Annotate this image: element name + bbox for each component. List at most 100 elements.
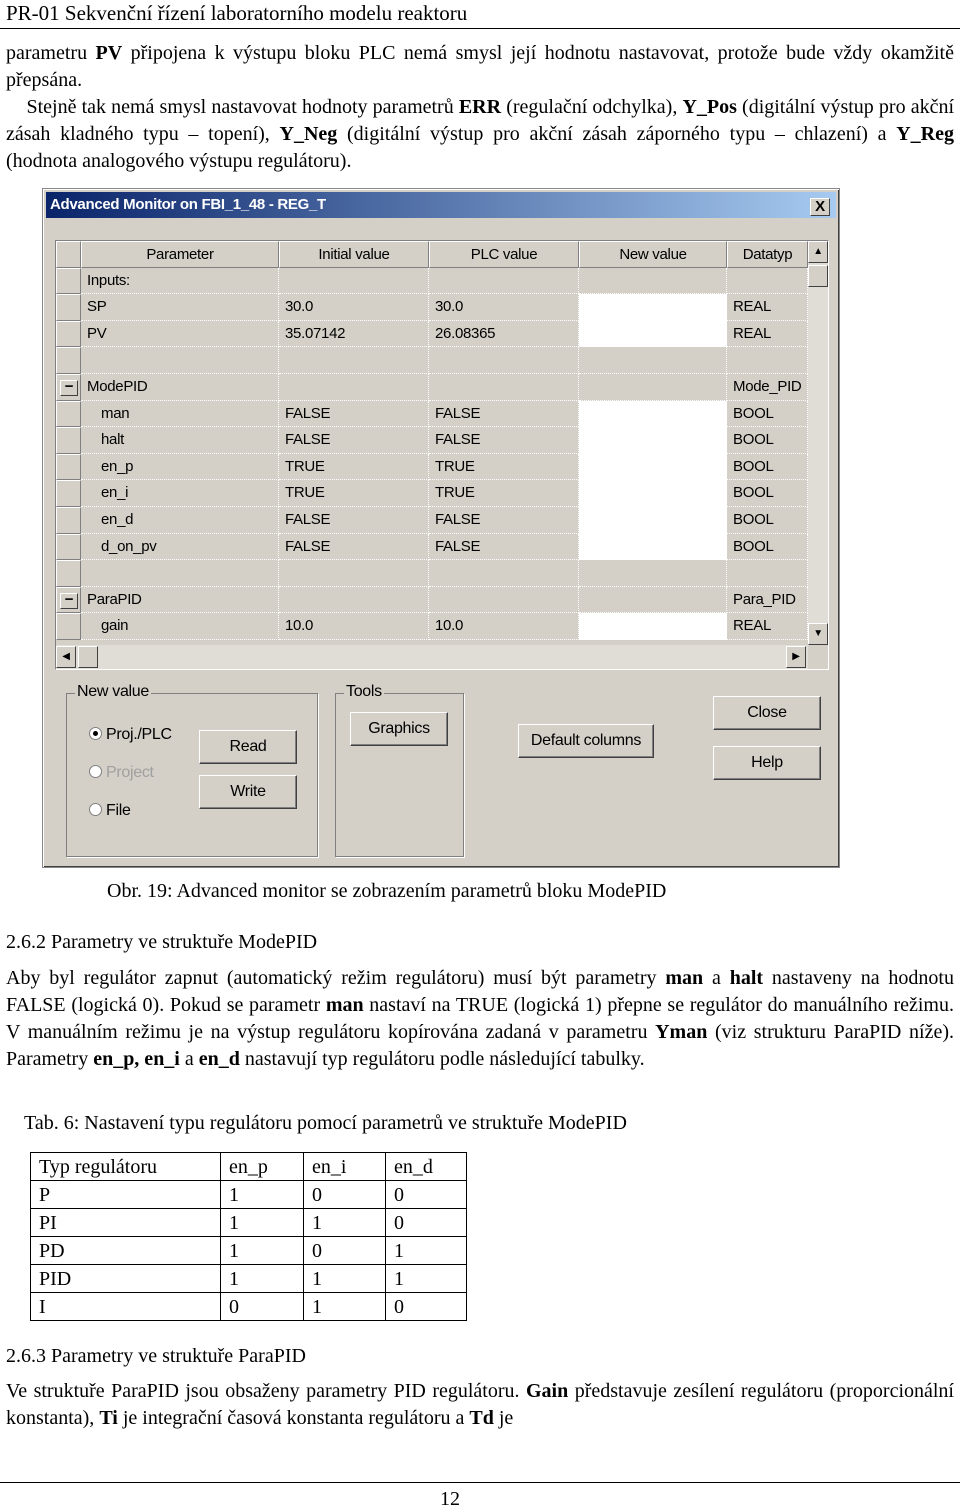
text-run: a [179, 1048, 199, 1070]
help-button[interactable]: Help [713, 746, 821, 780]
new-value-input[interactable] [579, 480, 727, 507]
grid-row[interactable]: en_d FALSE FALSE BOOL [56, 507, 808, 534]
write-button[interactable]: Write [199, 775, 297, 809]
read-button[interactable]: Read [199, 730, 297, 764]
column-header[interactable]: Initial value [279, 241, 429, 268]
row-header[interactable] [56, 294, 81, 321]
radio-proj-plc[interactable]: Proj./PLC [89, 726, 172, 744]
hscroll-thumb[interactable] [78, 646, 98, 668]
table-caption: Tab. 6: Nastavení typu regulátoru pomocí… [24, 1112, 627, 1134]
table-cell: 0 [303, 1180, 386, 1209]
row-header[interactable] [56, 427, 81, 454]
horizontal-scrollbar[interactable]: ◀ ▶ [56, 645, 808, 669]
row-header[interactable] [56, 347, 81, 374]
collapse-minus-icon[interactable]: − [60, 379, 78, 396]
plc-value-cell [429, 560, 579, 587]
initial-value-cell: TRUE [279, 480, 429, 507]
row-header[interactable] [56, 560, 81, 587]
graphics-button[interactable]: Graphics [350, 712, 448, 746]
scroll-left-icon[interactable]: ◀ [56, 646, 76, 668]
radio-icon [89, 765, 102, 778]
close-icon[interactable]: X [810, 198, 830, 216]
scroll-down-icon[interactable]: ▼ [808, 623, 828, 645]
row-header[interactable] [56, 267, 81, 295]
collapse-minus-icon[interactable]: − [60, 592, 78, 609]
table-cell: 0 [303, 1236, 386, 1265]
radio-file[interactable]: File [89, 802, 131, 820]
text-run: (digitální výstup pro akční zásah záporn… [337, 123, 897, 145]
text-run: je integrační časová konstanta regulátor… [117, 1407, 470, 1429]
grid-row[interactable]: man FALSE FALSE BOOL [56, 400, 808, 428]
initial-value-cell [279, 374, 429, 401]
param-name-cell: d_on_pv [81, 533, 279, 561]
vertical-scrollbar[interactable]: ▲ ▼ [808, 241, 828, 645]
radio-icon [89, 803, 102, 816]
scroll-up-icon[interactable]: ▲ [808, 241, 828, 263]
grid-row[interactable]: d_on_pv FALSE FALSE BOOL [56, 533, 808, 561]
new-value-input[interactable] [579, 453, 727, 481]
datatype-cell: BOOL [727, 507, 808, 534]
row-header[interactable] [56, 613, 81, 640]
param-name-cell: gain [81, 613, 279, 640]
plc-value-cell: FALSE [429, 533, 579, 561]
grid-row[interactable]: gain 10.0 10.0 REAL [56, 613, 808, 640]
grid-row[interactable] [56, 560, 808, 587]
row-header[interactable] [56, 320, 81, 348]
table-row: PI 1 1 0 [30, 1208, 467, 1237]
text-run: je [493, 1407, 514, 1429]
plc-value-cell [429, 586, 579, 614]
bold-term: en_p, en_i [93, 1048, 180, 1070]
grid-row[interactable]: halt FALSE FALSE BOOL [56, 427, 808, 454]
grid-row[interactable]: − ParaPID Para_PID [56, 586, 808, 614]
table-row: I010 [30, 1292, 467, 1321]
new-value-input[interactable] [579, 294, 727, 321]
new-value-input[interactable] [579, 347, 727, 374]
radio-project[interactable]: Project [89, 764, 154, 782]
text-run: a [703, 967, 730, 989]
new-value-input[interactable] [579, 507, 727, 534]
row-header[interactable] [56, 507, 81, 534]
initial-value-cell: TRUE [279, 453, 429, 481]
row-header[interactable] [56, 480, 81, 507]
row-header[interactable] [56, 533, 81, 561]
plc-value-cell: 26.08365 [429, 320, 579, 348]
column-header[interactable]: Parameter [81, 241, 279, 268]
close-button[interactable]: Close [713, 696, 821, 730]
grid-row[interactable]: en_i TRUE TRUE BOOL [56, 480, 808, 507]
column-header[interactable]: PLC value [429, 241, 579, 268]
new-value-input[interactable] [579, 400, 727, 428]
param-name-cell: en_d [81, 507, 279, 534]
param-name-cell: SP [81, 294, 279, 321]
new-value-input[interactable] [579, 586, 727, 614]
row-header[interactable] [56, 400, 81, 428]
new-value-input[interactable] [579, 320, 727, 348]
scroll-thumb[interactable] [808, 265, 828, 287]
bold-term: man [665, 967, 704, 989]
bold-term: halt [729, 967, 764, 989]
advanced-monitor-dialog: Advanced Monitor on FBI_1_48 - REG_T X P… [42, 188, 840, 868]
new-value-input[interactable] [579, 374, 727, 401]
default-columns-button[interactable]: Default columns [518, 724, 654, 758]
initial-value-cell [279, 560, 429, 587]
new-value-input[interactable] [579, 427, 727, 454]
scroll-right-icon[interactable]: ▶ [786, 646, 806, 668]
datatype-cell: Mode_PID [727, 374, 808, 401]
new-value-input[interactable] [579, 560, 727, 587]
column-header[interactable]: Datatyp [727, 241, 808, 268]
grid-row[interactable]: PV 35.07142 26.08365 REAL [56, 320, 808, 348]
grid-row[interactable]: SP 30.0 30.0 REAL [56, 294, 808, 321]
grid-row[interactable]: − ModePID Mode_PID [56, 374, 808, 401]
grid-row[interactable] [56, 347, 808, 374]
column-header[interactable]: New value [579, 241, 727, 268]
grid-row[interactable]: en_p TRUE TRUE BOOL [56, 453, 808, 481]
running-header: PR-01 Sekvenční řízení laboratorního mod… [6, 1, 468, 25]
new-value-input[interactable] [579, 533, 727, 561]
row-header[interactable]: − [56, 374, 81, 401]
new-value-label: New value [75, 683, 152, 701]
grid-row[interactable]: Inputs: [56, 267, 808, 295]
table-cell: 0 [220, 1292, 304, 1321]
row-header[interactable] [56, 453, 81, 481]
new-value-input[interactable] [579, 267, 727, 295]
new-value-input[interactable] [579, 613, 727, 640]
row-header[interactable]: − [56, 586, 81, 614]
